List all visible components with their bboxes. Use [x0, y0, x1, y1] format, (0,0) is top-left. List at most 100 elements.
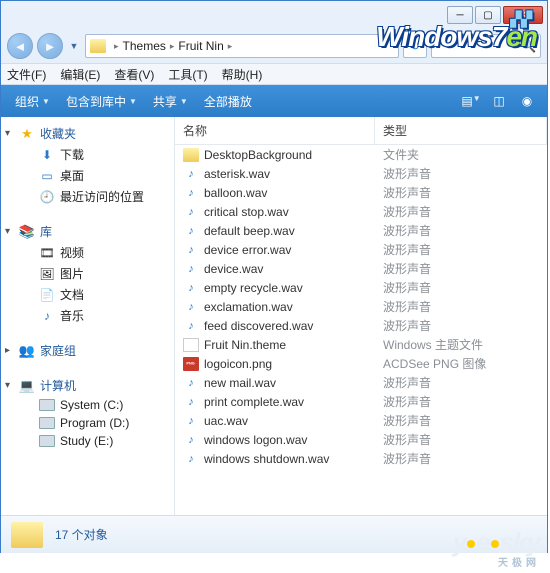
- sidebar-item-drive-d[interactable]: Program (D:): [1, 414, 174, 432]
- file-row[interactable]: device.wav波形声音: [175, 259, 547, 278]
- breadcrumb[interactable]: ▸ Themes ▸ Fruit Nin ▸: [85, 34, 399, 58]
- forward-button[interactable]: ►: [37, 33, 63, 59]
- sidebar-computer: ▾ 💻 计算机 System (C:) Program (D:) Study (…: [1, 375, 174, 450]
- minimize-button[interactable]: ─: [447, 6, 473, 24]
- sidebar-item-documents[interactable]: 📄文档: [1, 284, 174, 305]
- file-row[interactable]: default beep.wav波形声音: [175, 221, 547, 240]
- menubar: 文件(F) 编辑(E) 查看(V) 工具(T) 帮助(H): [1, 63, 547, 85]
- wav-icon: [183, 186, 199, 200]
- wav-icon: [183, 376, 199, 390]
- libraries-label: 库: [40, 223, 52, 240]
- sidebar-item-label: Program (D:): [60, 416, 129, 430]
- file-row[interactable]: device error.wav波形声音: [175, 240, 547, 259]
- sidebar-item-label: 视频: [60, 244, 84, 261]
- refresh-button[interactable]: ↻: [403, 34, 427, 58]
- chevron-right-icon: ▸: [114, 41, 119, 52]
- statusbar: 17 个对象: [1, 515, 547, 553]
- sidebar-item-label: 桌面: [60, 167, 84, 184]
- sidebar-item-music[interactable]: ♪音乐: [1, 305, 174, 326]
- drive-icon: [39, 417, 55, 429]
- file-row[interactable]: windows shutdown.wav波形声音: [175, 449, 547, 468]
- file-type: 波形声音: [375, 374, 547, 391]
- sidebar-item-desktop[interactable]: ▭桌面: [1, 165, 174, 186]
- sidebar-homegroup-head[interactable]: ▸ 👥 家庭组: [1, 340, 174, 361]
- wav-icon: [183, 224, 199, 238]
- column-type[interactable]: 类型: [375, 117, 547, 144]
- menu-view[interactable]: 查看(V): [114, 66, 154, 83]
- file-type: 波形声音: [375, 431, 547, 448]
- maximize-button[interactable]: ▢: [475, 6, 501, 24]
- sidebar-libraries-head[interactable]: ▾ 📚 库: [1, 221, 174, 242]
- breadcrumb-seg[interactable]: Fruit Nin: [178, 39, 223, 53]
- menu-tools[interactable]: 工具(T): [168, 66, 207, 83]
- recent-icon: 🕘: [39, 190, 55, 204]
- computer-icon: 💻: [19, 378, 35, 394]
- file-row[interactable]: critical stop.wav波形声音: [175, 202, 547, 221]
- wav-icon: [183, 433, 199, 447]
- sidebar-item-downloads[interactable]: ⬇下载: [1, 144, 174, 165]
- wav-icon: [183, 243, 199, 257]
- download-icon: ⬇: [39, 148, 55, 162]
- file-row[interactable]: exclamation.wav波形声音: [175, 297, 547, 316]
- file-name: windows shutdown.wav: [204, 452, 329, 466]
- sidebar-favorites-head[interactable]: ▾ ★ 收藏夹: [1, 123, 174, 144]
- close-button[interactable]: ✕: [503, 6, 543, 24]
- help-button[interactable]: ◉: [515, 94, 539, 108]
- file-row[interactable]: logoicon.pngACDSee PNG 图像: [175, 354, 547, 373]
- file-name: new mail.wav: [204, 376, 276, 390]
- toolbar: 组织 ▼ 包含到库中 ▼ 共享 ▼ 全部播放 ▤ ▼ ◫ ◉: [1, 85, 547, 117]
- file-row[interactable]: new mail.wav 波形声音: [175, 373, 547, 392]
- file-row[interactable]: DesktopBackground文件夹: [175, 145, 547, 164]
- include-label: 包含到库中: [66, 93, 126, 110]
- menu-edit[interactable]: 编辑(E): [60, 66, 100, 83]
- file-name: balloon.wav: [204, 186, 267, 200]
- sidebar-item-videos[interactable]: 🎞视频: [1, 242, 174, 263]
- organize-button[interactable]: 组织 ▼: [9, 90, 56, 113]
- file-type: 波形声音: [375, 317, 547, 334]
- sidebar-computer-head[interactable]: ▾ 💻 计算机: [1, 375, 174, 396]
- chevron-right-icon: ▸: [170, 41, 175, 52]
- file-row[interactable]: print complete.wav波形声音: [175, 392, 547, 411]
- chevron-down-icon: ▾: [5, 380, 10, 391]
- file-name: exclamation.wav: [204, 300, 293, 314]
- body-area: ▾ ★ 收藏夹 ⬇下载 ▭桌面 🕘最近访问的位置 ▾ 📚 库 🎞视频 🖼图片 📄…: [1, 117, 547, 515]
- sidebar-item-recent[interactable]: 🕘最近访问的位置: [1, 186, 174, 207]
- preview-pane-button[interactable]: ◫: [487, 94, 511, 108]
- sidebar-item-drive-e[interactable]: Study (E:): [1, 432, 174, 450]
- menu-help[interactable]: 帮助(H): [222, 66, 263, 83]
- file-row[interactable]: windows logon.wav波形声音: [175, 430, 547, 449]
- breadcrumb-seg[interactable]: Themes: [123, 39, 166, 53]
- history-dropdown[interactable]: ▼: [67, 33, 81, 59]
- sidebar-item-pictures[interactable]: 🖼图片: [1, 263, 174, 284]
- file-row[interactable]: uac.wav波形声音: [175, 411, 547, 430]
- favorites-label: 收藏夹: [40, 125, 76, 142]
- sidebar-homegroup: ▸ 👥 家庭组: [1, 340, 174, 361]
- chevron-down-icon: ▼: [180, 97, 188, 106]
- search-input[interactable]: [436, 40, 520, 52]
- search-box[interactable]: 🔍: [431, 34, 541, 58]
- view-mode-button[interactable]: ▤ ▼: [459, 94, 483, 108]
- wav-icon: [183, 414, 199, 428]
- file-type: 波形声音: [375, 260, 547, 277]
- folder-icon: [90, 39, 106, 53]
- file-type: 波形声音: [375, 412, 547, 429]
- include-library-button[interactable]: 包含到库中 ▼: [60, 90, 143, 113]
- share-button[interactable]: 共享 ▼: [147, 90, 194, 113]
- homegroup-label: 家庭组: [40, 342, 76, 359]
- file-row[interactable]: asterisk.wav波形声音: [175, 164, 547, 183]
- library-icon: 📚: [19, 224, 35, 240]
- column-name[interactable]: 名称: [175, 117, 375, 144]
- file-name: logoicon.png: [204, 357, 272, 371]
- file-row[interactable]: feed discovered.wav 波形声音: [175, 316, 547, 335]
- file-name: feed discovered.wav: [204, 319, 313, 333]
- file-type: 波形声音: [375, 241, 547, 258]
- back-button[interactable]: ◄: [7, 33, 33, 59]
- wav-icon: [183, 395, 199, 409]
- file-row[interactable]: Fruit Nin.themeWindows 主题文件: [175, 335, 547, 354]
- file-row[interactable]: balloon.wav波形声音: [175, 183, 547, 202]
- play-all-button[interactable]: 全部播放: [198, 90, 258, 113]
- star-icon: ★: [19, 126, 35, 142]
- sidebar-item-drive-c[interactable]: System (C:): [1, 396, 174, 414]
- file-row[interactable]: empty recycle.wav波形声音: [175, 278, 547, 297]
- menu-file[interactable]: 文件(F): [7, 66, 46, 83]
